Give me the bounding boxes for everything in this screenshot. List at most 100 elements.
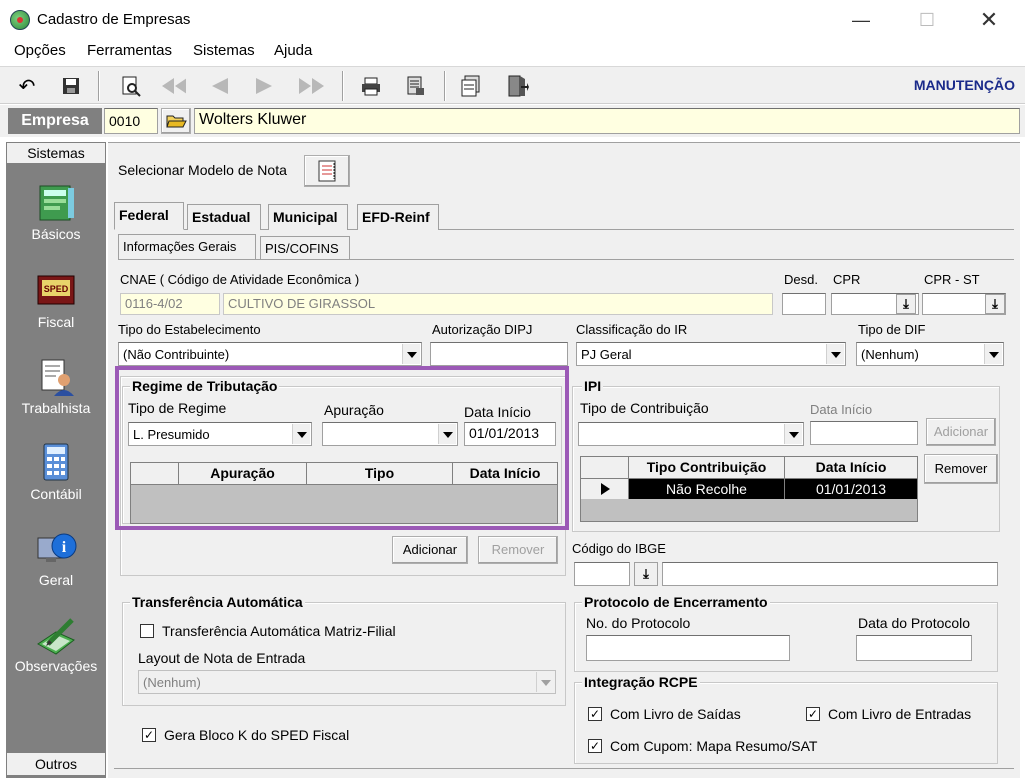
- select-model-button[interactable]: [304, 155, 350, 187]
- open-folder-icon: [166, 115, 187, 128]
- regime-data-inicio-field[interactable]: 01/01/2013: [464, 422, 556, 446]
- worker-document-icon: [34, 356, 78, 396]
- column-header-data-inicio[interactable]: Data Início: [453, 463, 557, 485]
- column-header-data-inicio[interactable]: Data Início: [785, 457, 917, 479]
- desd-field[interactable]: [782, 293, 826, 315]
- modelo-label: Selecionar Modelo de Nota: [118, 162, 287, 178]
- sidebar-item-observacoes[interactable]: Observações: [6, 614, 106, 674]
- maximize-button[interactable]: ☐: [904, 6, 950, 34]
- dropdown-arrow-icon: [984, 344, 1002, 364]
- layout-nota-entrada-select: (Nenhum): [138, 670, 556, 694]
- menu-ferramentas[interactable]: Ferramentas: [87, 42, 172, 59]
- ipi-title: IPI: [582, 378, 604, 394]
- cnae-description-field[interactable]: CULTIVO DE GIRASSOL: [223, 293, 773, 315]
- sped-book-icon: SPED: [34, 270, 78, 310]
- main-panel-bottom-border: [114, 768, 1014, 769]
- title-bar: Cadastro de Empresas — ☐ ✕: [0, 0, 1025, 40]
- sidebar-item-geral[interactable]: i Geral: [6, 528, 106, 588]
- tipo-estabelecimento-value: (Não Contribuinte): [123, 347, 230, 362]
- tab-informacoes-gerais[interactable]: Informações Gerais: [118, 234, 256, 260]
- table-row[interactable]: Não Recolhe 01/01/2013: [581, 479, 917, 499]
- cupom-checkbox[interactable]: ✓: [588, 739, 602, 753]
- sidebar-header[interactable]: Sistemas: [6, 142, 106, 164]
- toolbar-separator: [444, 71, 446, 101]
- regime-add-button[interactable]: Adicionar: [392, 536, 468, 564]
- dropdown-arrow-icon: [292, 424, 310, 444]
- cpr-label: CPR: [833, 272, 861, 287]
- empresa-name-field[interactable]: Wolters Kluwer: [194, 108, 1020, 134]
- print-icon[interactable]: [358, 73, 384, 99]
- invoice-icon: [318, 160, 336, 182]
- minimize-button[interactable]: —: [838, 6, 884, 34]
- cpr-download-icon[interactable]: ⤓: [896, 294, 916, 314]
- tipo-contribuicao-select[interactable]: [578, 422, 804, 446]
- livro-entradas-checkbox[interactable]: ✓: [806, 707, 820, 721]
- menu-opcoes[interactable]: Opções: [14, 42, 66, 59]
- apuracao-select[interactable]: [322, 422, 458, 446]
- tab-efd-reinf[interactable]: EFD-Reinf: [357, 204, 439, 230]
- sidebar-item-contabil[interactable]: Contábil: [6, 442, 106, 502]
- exit-door-icon[interactable]: [504, 73, 530, 99]
- codigo-ibge-description-field[interactable]: [662, 562, 998, 586]
- data-protocolo-field[interactable]: [856, 635, 972, 661]
- sidebar-item-fiscal[interactable]: SPED Fiscal: [6, 270, 106, 330]
- toolbar-separator: [342, 71, 344, 101]
- document-stack-icon[interactable]: [458, 73, 484, 99]
- tipo-estabelecimento-select[interactable]: (Não Contribuinte): [118, 342, 422, 366]
- tipo-dif-select[interactable]: (Nenhum): [856, 342, 1004, 366]
- classificacao-ir-select[interactable]: PJ Geral: [576, 342, 846, 366]
- tipo-regime-select[interactable]: L. Presumido: [128, 422, 312, 446]
- livro-saidas-checkbox[interactable]: ✓: [588, 707, 602, 721]
- tab-estadual[interactable]: Estadual: [187, 204, 261, 230]
- cell-tipo-contribuicao: Não Recolhe: [629, 479, 785, 499]
- ipi-remove-button[interactable]: Remover: [924, 454, 998, 484]
- report-icon[interactable]: [402, 73, 428, 99]
- cnae-code-field[interactable]: 0116-4/02: [120, 293, 220, 315]
- codigo-ibge-field[interactable]: [574, 562, 630, 586]
- autorizacao-dipj-field[interactable]: [430, 342, 568, 366]
- cpr-st-download-icon[interactable]: ⤓: [985, 294, 1005, 314]
- column-header-tipo[interactable]: Tipo: [307, 463, 453, 485]
- dropdown-arrow-icon: [784, 424, 802, 444]
- sidebar-item-label: Trabalhista: [21, 400, 91, 416]
- desd-label: Desd.: [784, 272, 818, 287]
- undo-icon[interactable]: ↶: [14, 73, 40, 99]
- column-header-tipo-contribuicao[interactable]: Tipo Contribuição: [629, 457, 785, 479]
- window-title: Cadastro de Empresas: [37, 11, 191, 28]
- notebook-icon: [34, 182, 78, 222]
- numero-protocolo-label: No. do Protocolo: [586, 615, 691, 631]
- row-indicator-header: [581, 457, 629, 479]
- empresa-code-field[interactable]: 0010: [104, 108, 158, 134]
- tipo-regime-value: L. Presumido: [133, 427, 210, 442]
- tipo-dif-value: (Nenhum): [861, 347, 919, 362]
- sidebar-item-label: Geral: [38, 572, 74, 588]
- sidebar-item-trabalhista[interactable]: Trabalhista: [6, 356, 106, 416]
- transferencia-checkbox-label: Transferência Automática Matriz-Filial: [162, 623, 396, 639]
- tab-municipal[interactable]: Municipal: [268, 204, 348, 230]
- dropdown-arrow-icon: [438, 424, 456, 444]
- autorizacao-dipj-label: Autorização DIPJ: [432, 322, 533, 337]
- sidebar-item-basicos[interactable]: Básicos: [6, 182, 106, 242]
- ipi-data-inicio-field[interactable]: [810, 421, 918, 445]
- menu-ajuda[interactable]: Ajuda: [274, 42, 312, 59]
- data-protocolo-label: Data do Protocolo: [858, 615, 971, 631]
- tipo-dif-label: Tipo de DIF: [858, 322, 926, 337]
- menu-sistemas[interactable]: Sistemas: [193, 42, 255, 59]
- sidebar-footer[interactable]: Outros: [6, 752, 106, 776]
- gera-bloco-k-checkbox[interactable]: ✓: [142, 728, 156, 742]
- codigo-ibge-download-icon[interactable]: ⤓: [634, 562, 658, 586]
- close-button[interactable]: ✕: [966, 6, 1012, 34]
- empresa-browse-button[interactable]: [161, 108, 191, 134]
- ipi-table[interactable]: Tipo Contribuição Data Início Não Recolh…: [580, 456, 918, 522]
- transferencia-title: Transferência Automática: [130, 594, 305, 610]
- transferencia-checkbox[interactable]: [140, 624, 154, 638]
- numero-protocolo-field[interactable]: [586, 635, 790, 661]
- regime-table[interactable]: Apuração Tipo Data Início: [130, 462, 558, 524]
- tab-pis-cofins[interactable]: PIS/COFINS: [260, 236, 350, 260]
- save-icon[interactable]: [58, 73, 84, 99]
- codigo-ibge-label: Código do IBGE: [572, 541, 666, 556]
- tab-federal[interactable]: Federal: [114, 202, 184, 230]
- preview-icon[interactable]: [118, 73, 144, 99]
- dropdown-arrow-icon: [402, 344, 420, 364]
- column-header-apuracao[interactable]: Apuração: [179, 463, 307, 485]
